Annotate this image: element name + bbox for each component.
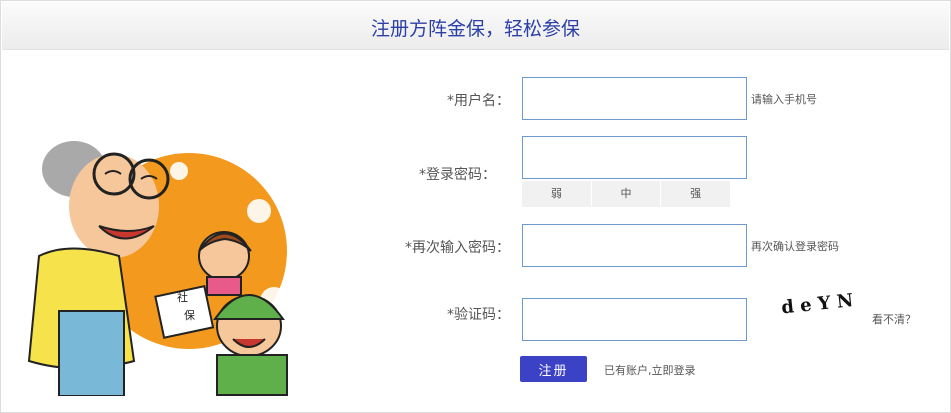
header-bar: 注册方阵金保，轻松参保 <box>2 2 949 50</box>
strength-medium: 中 <box>590 181 661 207</box>
captcha-code: d e Y N <box>780 290 854 317</box>
cartoon-illustration: 社 保 <box>27 141 288 396</box>
username-label: *用户名： <box>447 93 510 109</box>
login-link[interactable]: 已有账户,立即登录 <box>604 362 696 378</box>
password-label: *登录密码： <box>419 167 496 183</box>
captcha-image[interactable]: d e Y N <box>779 287 871 317</box>
sign-text-2: 保 <box>184 308 195 322</box>
registration-panel: 注册方阵金保，轻松参保 社 保 *用户名： 请输入手机号 *登录密码： 弱 中 … <box>0 0 951 413</box>
confirm-password-hint: 再次确认登录密码 <box>751 240 839 253</box>
strength-weak: 弱 <box>550 187 562 200</box>
captcha-label: *验证码： <box>447 307 510 323</box>
strength-strong: 强 <box>660 181 730 207</box>
password-strength-meter: 弱 中 强 <box>522 181 730 207</box>
username-input[interactable] <box>522 77 747 120</box>
captcha-refresh-link[interactable]: 看不清？ <box>872 311 916 327</box>
confirm-password-input[interactable] <box>522 224 747 267</box>
register-button[interactable]: 注册 <box>520 356 587 382</box>
sign-text-1: 社 <box>177 290 188 304</box>
password-input[interactable] <box>522 136 747 179</box>
page-title: 注册方阵金保，轻松参保 <box>370 18 580 40</box>
username-hint: 请输入手机号 <box>751 93 817 106</box>
confirm-password-label: *再次输入密码： <box>405 240 510 256</box>
captcha-input[interactable] <box>522 298 747 341</box>
